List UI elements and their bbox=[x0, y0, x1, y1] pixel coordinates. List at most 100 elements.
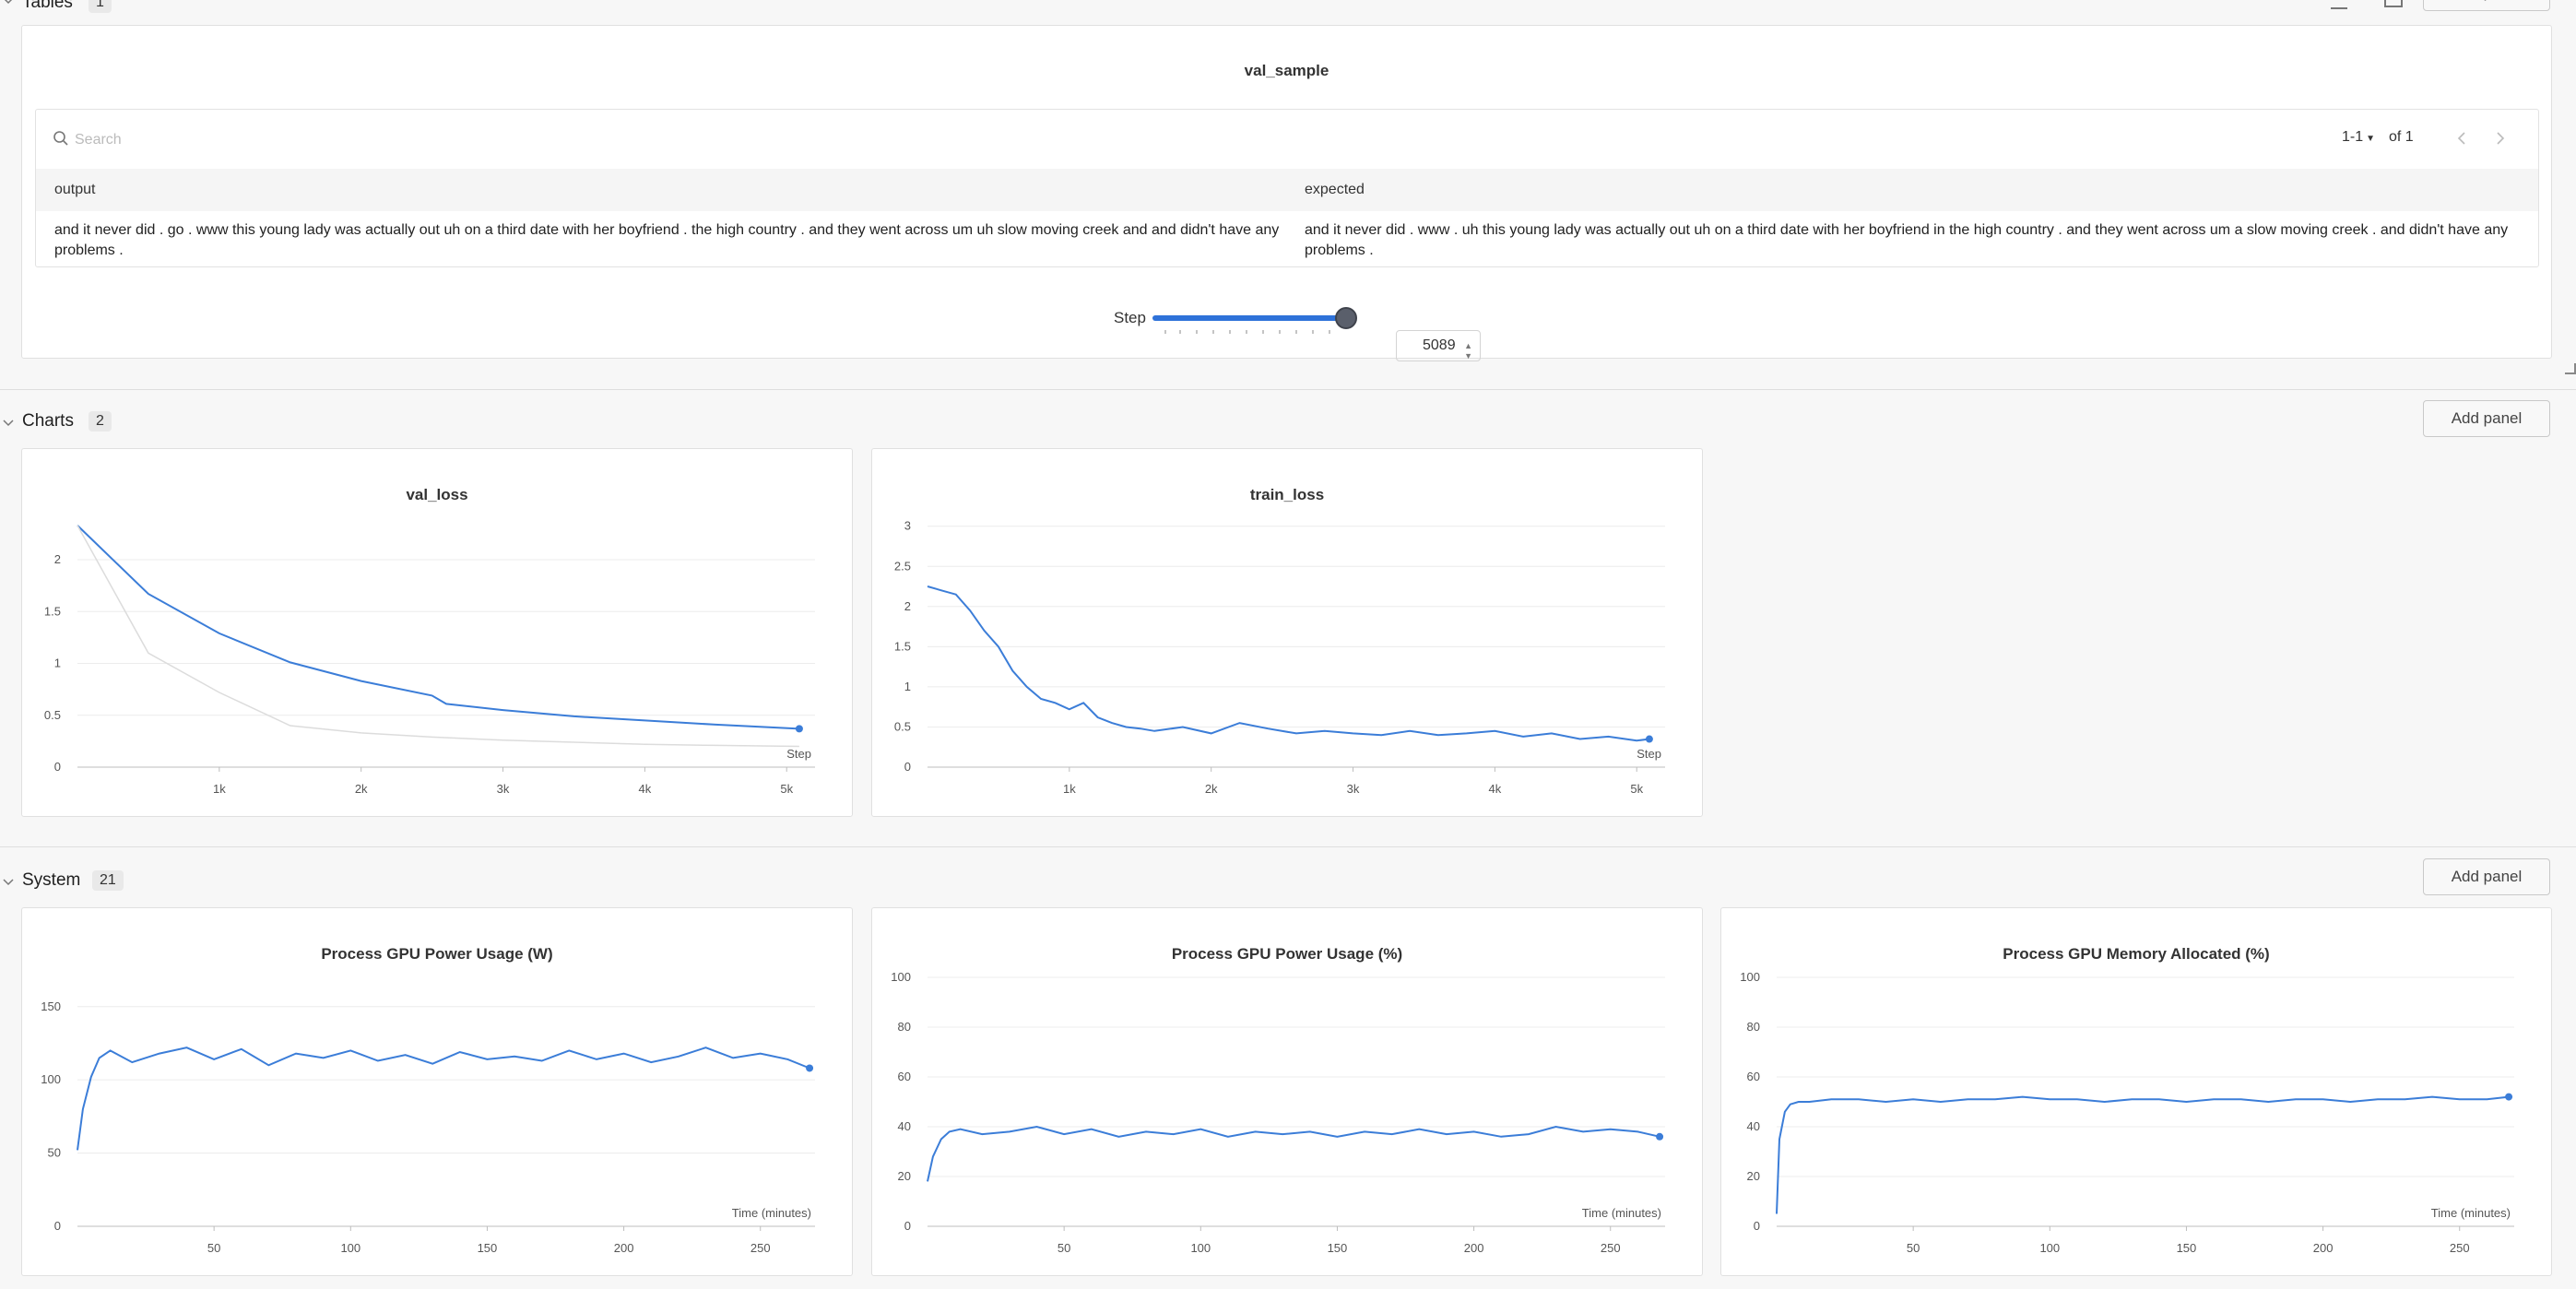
series-line bbox=[77, 525, 799, 730]
chevron-right-icon[interactable] bbox=[2494, 131, 2507, 146]
x-tick-label: 50 bbox=[1058, 1241, 1070, 1255]
table-panel-val-sample: val_sample 1-1▼ of 1 output expected and… bbox=[21, 25, 2552, 361]
chart-panel-gpu-power-w: Process GPU Power Usage (W) 0 50 100 150 50 1… bbox=[21, 907, 853, 1276]
y-tick-label: 0 bbox=[1754, 1219, 1760, 1233]
section-divider bbox=[0, 846, 2576, 847]
x-tick-label: 1k bbox=[1063, 782, 1076, 796]
pagination-total: of 1 bbox=[2389, 129, 2414, 145]
y-tick-label: 1.5 bbox=[894, 639, 911, 653]
add-panel-button-tables[interactable]: Add panel bbox=[2423, 0, 2550, 11]
series-endpoint bbox=[1645, 735, 1653, 743]
y-tick-label: 100 bbox=[1740, 970, 1760, 984]
section-count-charts: 2 bbox=[89, 411, 112, 432]
table-header-row: output expected bbox=[36, 169, 2538, 211]
section-title-charts: Charts bbox=[22, 411, 74, 431]
y-tick-label: 2 bbox=[54, 552, 61, 566]
section-count-system: 21 bbox=[92, 870, 124, 891]
column-header-output[interactable]: output bbox=[54, 182, 95, 198]
chart-panel-gpu-power-pct: Process GPU Power Usage (%) 0 20 40 60 80 100… bbox=[871, 907, 1703, 1276]
chart-train-loss: 0 0.5 1 1.5 2 2.5 3 1k 2k 3k 4k 5k Step bbox=[894, 519, 1665, 796]
search-icon bbox=[53, 131, 68, 146]
series-endpoint bbox=[1656, 1132, 1664, 1141]
pagination-range-dropdown[interactable]: 1-1 ▼ bbox=[2342, 129, 2375, 146]
chart-panel-train-loss: train_loss 0 0.5 1 1.5 2 2.5 3 1k 2k 3k 4k 5k Step bbox=[871, 448, 1703, 817]
x-axis-label: Time (minutes) bbox=[732, 1206, 811, 1220]
x-tick-label: 100 bbox=[340, 1241, 360, 1255]
x-tick-label: 3k bbox=[1347, 782, 1360, 796]
caret-down-icon: ▼ bbox=[2366, 134, 2376, 144]
slider-handle bbox=[1335, 307, 1357, 329]
step-value: 5089 bbox=[1423, 337, 1456, 353]
column-header-expected[interactable]: expected bbox=[1305, 182, 1365, 198]
x-tick-label: 100 bbox=[1190, 1241, 1211, 1255]
y-tick-label: 1 bbox=[904, 680, 911, 693]
x-tick-label: 5k bbox=[780, 782, 793, 796]
charts-section-header: Charts 2 Add panel bbox=[0, 398, 2576, 454]
chevron-down-icon[interactable] bbox=[2, 417, 15, 430]
y-tick-label: 60 bbox=[1747, 1070, 1760, 1083]
x-tick-label: 4k bbox=[1489, 782, 1502, 796]
x-tick-label: 2k bbox=[355, 782, 368, 796]
chevron-down-icon[interactable] bbox=[2, 0, 15, 7]
cell-expected: and it never did . www . uh this young l… bbox=[1305, 222, 2509, 258]
y-tick-label: 20 bbox=[1747, 1169, 1760, 1183]
resize-handle-icon[interactable] bbox=[2565, 363, 2576, 374]
chart-gpu-mem-pct: 0 20 40 60 80 100 50 100 150 200 250 Time (minutes) bbox=[1740, 970, 2514, 1255]
section-title-system: System bbox=[22, 870, 81, 890]
x-tick-label: 150 bbox=[1328, 1241, 1348, 1255]
step-label: Step bbox=[1114, 309, 1146, 326]
pagination-range: 1-1 bbox=[2342, 129, 2364, 145]
x-tick-label: 3k bbox=[497, 782, 510, 796]
y-tick-label: 0 bbox=[54, 1219, 61, 1233]
x-axis-label: Time (minutes) bbox=[1582, 1206, 1661, 1220]
step-slider[interactable] bbox=[1152, 302, 1392, 334]
x-tick-label: 100 bbox=[2039, 1241, 2060, 1255]
cell-output: and it never did . go . www this young l… bbox=[54, 222, 1280, 258]
search-input[interactable] bbox=[73, 126, 630, 154]
x-tick-label: 4k bbox=[639, 782, 652, 796]
section-divider bbox=[0, 389, 2576, 390]
x-tick-label: 1k bbox=[213, 782, 226, 796]
x-tick-label: 200 bbox=[614, 1241, 634, 1255]
table-view-icon[interactable] bbox=[2331, 0, 2347, 9]
y-tick-label: 0.5 bbox=[894, 719, 911, 733]
x-axis-label: Step bbox=[786, 747, 811, 761]
y-tick-label: 40 bbox=[1747, 1119, 1760, 1133]
x-tick-label: 250 bbox=[1601, 1241, 1621, 1255]
y-tick-label: 2 bbox=[904, 599, 911, 613]
add-panel-button-charts[interactable]: Add panel bbox=[2423, 400, 2550, 437]
y-tick-label: 0 bbox=[54, 760, 61, 774]
chart-gpu-power-w: 0 50 100 150 50 100 150 200 250 Time (minutes) bbox=[41, 999, 815, 1255]
data-table: 1-1▼ of 1 output expected and it never d… bbox=[35, 109, 2539, 267]
y-tick-label: 2.5 bbox=[894, 559, 911, 573]
panel-title: val_sample bbox=[1244, 62, 1329, 79]
y-tick-label: 50 bbox=[48, 1146, 61, 1160]
x-tick-label: 50 bbox=[1907, 1241, 1920, 1255]
x-tick-label: 50 bbox=[207, 1241, 220, 1255]
y-tick-label: 20 bbox=[898, 1169, 911, 1183]
y-tick-label: 80 bbox=[898, 1020, 911, 1034]
x-tick-label: 150 bbox=[478, 1241, 498, 1255]
y-tick-label: 80 bbox=[1747, 1020, 1760, 1034]
fullscreen-icon[interactable] bbox=[2384, 0, 2403, 7]
add-panel-button-system[interactable]: Add panel bbox=[2423, 858, 2550, 895]
series-line bbox=[1776, 1095, 2510, 1214]
series-endpoint bbox=[795, 725, 803, 733]
step-number-input[interactable]: 5089 ▲ ▼ bbox=[1396, 330, 1481, 361]
x-axis-label: Step bbox=[1637, 747, 1661, 761]
y-tick-label: 0.5 bbox=[44, 708, 61, 722]
y-tick-label: 150 bbox=[41, 999, 61, 1013]
stepper-icon[interactable]: ▲ ▼ bbox=[1464, 331, 1472, 361]
y-tick-label: 60 bbox=[898, 1070, 911, 1083]
series-line bbox=[927, 1125, 1660, 1182]
y-tick-label: 100 bbox=[41, 1072, 61, 1086]
y-tick-label: 40 bbox=[898, 1119, 911, 1133]
chart-panel-val-loss: val_loss 0 0.5 1 1.5 2 1k 2k 3k 4k 5k Step bbox=[21, 448, 853, 817]
chevron-down-icon[interactable] bbox=[2, 876, 15, 889]
y-tick-label: 1 bbox=[54, 656, 61, 670]
table-search-row: 1-1▼ of 1 bbox=[36, 110, 2538, 169]
chart-val-loss: 0 0.5 1 1.5 2 1k 2k 3k 4k 5k Step bbox=[44, 525, 815, 796]
section-title-tables: Tables bbox=[22, 0, 73, 12]
chevron-left-icon[interactable] bbox=[2455, 131, 2468, 146]
chart-panel-gpu-mem-pct: Process GPU Memory Allocated (%) 0 20 40 60… bbox=[1720, 907, 2552, 1276]
